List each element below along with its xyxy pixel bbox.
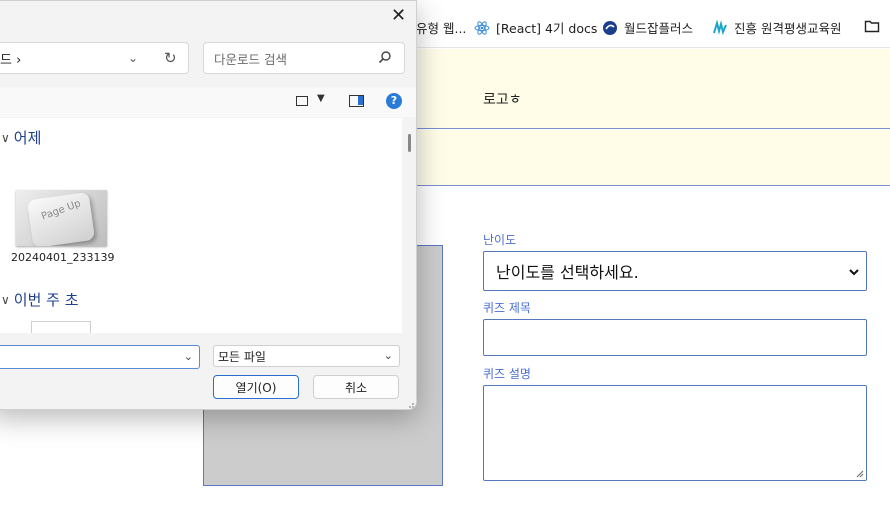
search-placeholder: 다운로드 검색 [214,51,287,67]
preview-pane-icon[interactable] [349,95,364,107]
difficulty-select[interactable]: 난이도를 선택하세요. [483,251,867,291]
chevron-down-icon: ⌄ [383,349,393,362]
quiz-description-label: 퀴즈 설명 [483,367,531,381]
file-name[interactable]: 20240401_233139 [11,250,114,265]
bookmark-label: 유형 웹... [416,21,467,36]
chevron-down-icon: ∨ [1,292,10,307]
resize-grip-icon[interactable] [405,399,415,409]
page-up-key-image: Page Up [26,191,96,246]
group-label: 이번 주 초 [13,291,79,309]
scrollbar-thumb[interactable] [408,134,411,152]
quiz-description-textarea[interactable] [483,385,867,481]
quiz-title-input[interactable] [483,319,867,356]
edu-icon [713,19,727,35]
quiz-title-label: 퀴즈 제목 [483,301,531,315]
group-header-earlier-this-week[interactable]: ∨ 이번 주 초 [1,289,79,310]
thumbnail-text: Page Up [40,198,83,223]
file-type-select[interactable]: 모든 파일 ⌄ [213,345,400,367]
folder-icon [864,20,880,33]
dialog-toolbar: ▼ ? [0,87,416,117]
cancel-button[interactable]: 취소 [313,375,399,399]
bookmark-item-react[interactable]: [React] 4기 docs [474,18,597,37]
group-header-yesterday[interactable]: ∨ 어제 [1,127,41,148]
difficulty-label: 난이도 [483,233,517,247]
view-mode-icon[interactable] [296,96,308,106]
bookmark-label: 진흥 원격평생교육원 [734,21,842,36]
address-bar[interactable]: 드 › ⌄ ↻ [0,42,189,74]
search-icon [378,51,391,64]
filename-input[interactable]: ⌄ [0,345,200,369]
chevron-down-icon[interactable]: ⌄ [184,350,193,363]
close-icon[interactable]: ✕ [391,5,406,26]
search-input[interactable]: 다운로드 검색 [203,42,405,74]
open-button[interactable]: 열기(O) [213,375,299,399]
view-dropdown-icon[interactable]: ▼ [317,93,325,104]
group-label: 어제 [13,129,42,147]
difficulty-selected-value: 난이도를 선택하세요. [496,263,639,282]
resize-grip-icon[interactable] [856,470,864,478]
file-type-selected: 모든 파일 [218,349,266,364]
address-path: 드 › [0,52,22,68]
bookmark-label: [React] 4기 docs [496,21,598,36]
site-logo[interactable]: 로고ㅎ [483,89,522,109]
bookmark-item-1[interactable]: 유형 웹... [416,18,466,37]
chevron-down-icon [849,269,859,276]
file-open-dialog: ✕ 드 › ⌄ ↻ 다운로드 검색 ▼ ? ∨ 어제 Page Up 20240… [0,0,417,410]
worldjob-icon [603,20,617,35]
refresh-icon[interactable]: ↻ [164,49,177,67]
chevron-down-icon: ∨ [1,130,10,145]
bookmark-folder[interactable] [864,18,880,34]
bookmark-item-worldjob[interactable]: 월드잡플러스 [602,18,693,37]
file-thumbnail[interactable]: Page Up [16,190,107,246]
bookmark-label: 월드잡플러스 [624,21,694,36]
chevron-down-icon[interactable]: ⌄ [128,51,138,65]
bookmark-item-edu[interactable]: 진흥 원격평생교육원 [712,18,841,37]
document-file-icon[interactable] [31,321,91,333]
react-icon [474,20,490,35]
help-icon[interactable]: ? [386,93,402,109]
